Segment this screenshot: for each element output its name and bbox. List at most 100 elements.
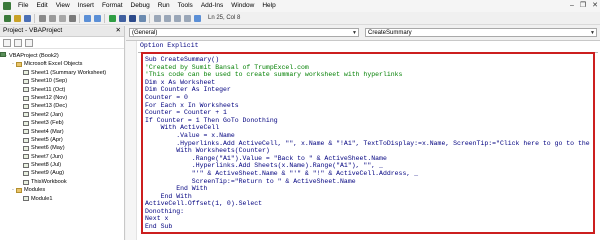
sheet-icon xyxy=(23,87,29,93)
code-line[interactable]: With ActiveCell xyxy=(145,124,591,132)
tree-node[interactable]: -VBAProject (Book2) xyxy=(0,52,124,60)
code-line[interactable]: .Range("A1").Value = "Back to " & Active… xyxy=(145,155,591,163)
menu-help[interactable]: Help xyxy=(258,0,279,12)
chevron-down-icon: ▼ xyxy=(352,30,357,36)
save-icon[interactable] xyxy=(23,14,31,22)
tree-node[interactable]: Module1 xyxy=(0,195,124,203)
menu-run[interactable]: Run xyxy=(154,0,174,12)
option-explicit-line[interactable]: Option Explicit xyxy=(140,42,199,49)
minimize-icon[interactable]: – xyxy=(570,0,574,12)
code-line[interactable]: ActiveCell.Offset(1, 0).Select xyxy=(145,200,591,208)
code-line[interactable]: If Counter = 1 Then GoTo Donothing xyxy=(145,117,591,125)
sheet-icon xyxy=(23,171,29,177)
undo-icon[interactable] xyxy=(83,14,91,22)
code-line[interactable]: 'Created by Sumit Bansal of TrumpExcel.c… xyxy=(145,64,591,72)
view-excel-icon[interactable] xyxy=(3,14,11,22)
sheet-icon xyxy=(23,154,29,160)
view-code-icon[interactable] xyxy=(3,38,11,47)
code-line[interactable]: Dim x As Worksheet xyxy=(145,79,591,87)
tree-node[interactable]: Sheet3 (Feb) xyxy=(0,119,124,127)
tree-node[interactable]: Sheet7 (Jun) xyxy=(0,153,124,161)
tree-node[interactable]: Sheet1 (Summary Worksheet) xyxy=(0,69,124,77)
project-explorer-title-bar: Project - VBAProject ✕ xyxy=(0,26,124,37)
tree-node[interactable]: Sheet4 (Mar) xyxy=(0,128,124,136)
tree-node[interactable]: Sheet11 (Oct) xyxy=(0,86,124,94)
view-object-icon[interactable] xyxy=(14,38,22,47)
tree-node[interactable]: Sheet9 (Aug) xyxy=(0,169,124,177)
tree-node-label: ThisWorkbook xyxy=(31,178,67,185)
properties-icon[interactable] xyxy=(163,14,171,22)
code-editor[interactable]: Sub CreateSummary() 'Created by Sumit Ban… xyxy=(145,56,591,232)
cut-icon[interactable] xyxy=(38,14,46,22)
code-line[interactable]: End With xyxy=(145,185,591,193)
code-line[interactable]: ScreenTip:="Return to " & ActiveSheet.Na… xyxy=(145,178,591,186)
toolbox-icon[interactable] xyxy=(183,14,191,22)
code-line[interactable]: For Each x In Worksheets xyxy=(145,102,591,110)
code-line[interactable]: 'This code can be used to create summary… xyxy=(145,71,591,79)
tree-node[interactable]: Sheet8 (Jul) xyxy=(0,161,124,169)
object-dropdown[interactable]: (General) ▼ xyxy=(129,28,359,37)
toggle-folders-icon[interactable] xyxy=(25,38,33,47)
close-icon[interactable]: ✕ xyxy=(592,0,598,12)
project-explorer-icon[interactable] xyxy=(153,14,161,22)
project-explorer-pane: Project - VBAProject ✕ -VBAProject (Book… xyxy=(0,26,125,240)
code-line[interactable]: .Hyperlinks.Add ActiveCell, "", x.Name &… xyxy=(145,140,591,148)
tree-node[interactable]: ThisWorkbook xyxy=(0,178,124,186)
code-line[interactable]: .Hyperlinks.Add Sheets(x.Name).Range("A1… xyxy=(145,162,591,170)
paste-icon[interactable] xyxy=(58,14,66,22)
code-line[interactable]: With Worksheets(Counter) xyxy=(145,147,591,155)
find-icon[interactable] xyxy=(68,14,76,22)
restore-icon[interactable]: ❐ xyxy=(580,0,586,12)
tree-node-label: Sheet10 (Sep) xyxy=(31,78,68,85)
tree-node[interactable]: Sheet13 (Dec) xyxy=(0,102,124,110)
menu-insert[interactable]: Insert xyxy=(74,0,98,12)
code-line[interactable]: Counter = Counter + 1 xyxy=(145,109,591,117)
code-line[interactable]: Counter = 0 xyxy=(145,94,591,102)
redo-icon[interactable] xyxy=(93,14,101,22)
tree-node[interactable]: - Modules xyxy=(0,186,124,194)
tree-node-label: Sheet6 (May) xyxy=(31,145,65,152)
tree-node[interactable]: Sheet5 (Apr) xyxy=(0,136,124,144)
copy-icon[interactable] xyxy=(48,14,56,22)
tree-node-label: Sheet2 (Jan) xyxy=(31,111,64,118)
reset-icon[interactable] xyxy=(128,14,136,22)
toolbar-separator xyxy=(104,13,105,23)
insert-module-icon[interactable] xyxy=(13,14,21,22)
tree-node-label: Sheet11 (Oct) xyxy=(31,86,66,93)
design-mode-icon[interactable] xyxy=(138,14,146,22)
tree-node[interactable]: Sheet6 (May) xyxy=(0,144,124,152)
tree-node-label: Sheet9 (Aug) xyxy=(31,170,64,177)
procedure-dropdown[interactable]: CreateSummary ▼ xyxy=(365,28,597,37)
menu-view[interactable]: View xyxy=(52,0,74,12)
tree-node[interactable]: - Microsoft Excel Objects xyxy=(0,60,124,68)
help-icon[interactable] xyxy=(193,14,201,22)
close-pane-icon[interactable]: ✕ xyxy=(116,26,121,36)
menu-format[interactable]: Format xyxy=(98,0,127,12)
code-line[interactable]: Sub CreateSummary() xyxy=(145,56,591,64)
object-browser-icon[interactable] xyxy=(173,14,181,22)
code-line[interactable]: Next x xyxy=(145,215,591,223)
tree-node-label: Sheet12 (Nov) xyxy=(31,94,68,101)
menu-file[interactable]: File xyxy=(14,0,32,12)
toolbar-separator xyxy=(79,13,80,23)
code-line[interactable]: "'" & ActiveSheet.Name & "'" & "!" & Act… xyxy=(145,170,591,178)
chevron-down-icon: ▼ xyxy=(590,30,595,36)
run-icon[interactable] xyxy=(108,14,116,22)
code-line[interactable]: Dim Counter As Integer xyxy=(145,86,591,94)
code-line[interactable]: .Value = x.Name xyxy=(145,132,591,140)
code-line[interactable]: End With xyxy=(145,193,591,201)
tree-node[interactable]: Sheet12 (Nov) xyxy=(0,94,124,102)
tree-node-label: VBAProject (Book2) xyxy=(9,53,59,59)
menu-debug[interactable]: Debug xyxy=(127,0,154,12)
code-line[interactable]: Donothing: xyxy=(145,208,591,216)
project-explorer-title: Project - VBAProject xyxy=(3,27,63,34)
menu-edit[interactable]: Edit xyxy=(32,0,51,12)
menu-add-ins[interactable]: Add-Ins xyxy=(197,0,227,12)
menu-window[interactable]: Window xyxy=(227,0,258,12)
tree-node[interactable]: Sheet10 (Sep) xyxy=(0,77,124,85)
project-explorer-toolbar xyxy=(0,37,124,49)
code-line[interactable]: End Sub xyxy=(145,223,591,231)
tree-node[interactable]: Sheet2 (Jan) xyxy=(0,111,124,119)
break-icon[interactable] xyxy=(118,14,126,22)
menu-tools[interactable]: Tools xyxy=(174,0,197,12)
